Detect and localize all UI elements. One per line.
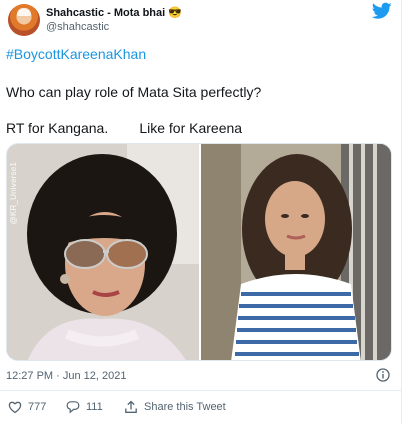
photo-right[interactable] [201, 144, 391, 360]
like-count: 777 [28, 401, 47, 413]
share-action[interactable]: Share this Tweet [124, 400, 226, 414]
reply-action[interactable]: 111 [66, 400, 103, 414]
tweet-text-line-2: RT for Kangana. Like for Kareena [6, 120, 243, 136]
photo-left[interactable]: @KR_Universe1 [7, 144, 199, 360]
media-watermark: @KR_Universe1 [9, 162, 18, 225]
hashtag-link[interactable]: #BoycottKareenaKhan [6, 46, 146, 62]
author-avatar[interactable] [8, 4, 40, 36]
heart-icon [8, 401, 22, 414]
info-icon[interactable] [376, 368, 390, 382]
tweet-card: Shahcastic - Mota bhai 😎 @shahcastic #Bo… [0, 0, 402, 424]
photo-left-illustration [7, 144, 199, 360]
share-icon [125, 400, 137, 413]
reply-icon [66, 401, 80, 414]
tweet-media[interactable]: @KR_Universe1 [6, 143, 392, 361]
twitter-bird-icon[interactable] [372, 2, 392, 20]
like-action[interactable]: 777 [8, 400, 46, 414]
tweet-timestamp[interactable]: 12:27 PM · Jun 12, 2021 [6, 370, 126, 382]
author-emoji: 😎 [168, 7, 182, 19]
author-name[interactable]: Shahcastic - Mota bhai 😎 [46, 6, 182, 19]
reply-count: 111 [86, 401, 103, 413]
author-handle[interactable]: @shahcastic [46, 21, 109, 33]
footer-divider [0, 390, 402, 391]
tweet-text-line-1: Who can play role of Mata Sita perfectly… [6, 84, 262, 100]
photo-right-illustration [201, 144, 391, 360]
share-label: Share this Tweet [144, 401, 226, 413]
author-name-text[interactable]: Shahcastic - Mota bhai [46, 7, 165, 19]
